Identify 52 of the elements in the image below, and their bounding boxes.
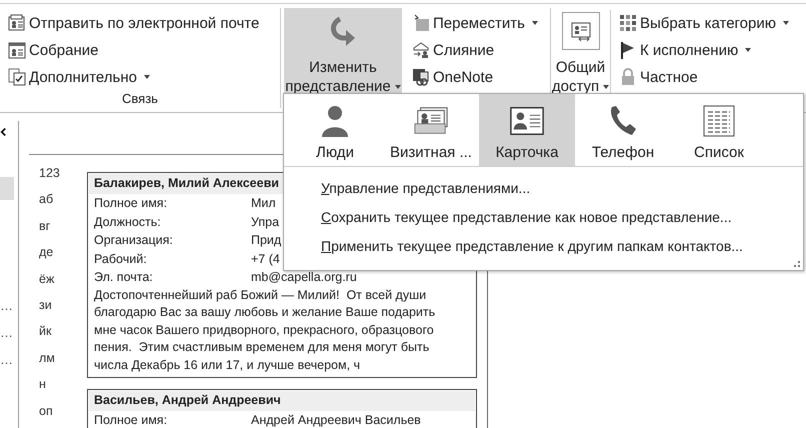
menu-item[interactable]: Применить текущее представление к другим папкам контактов... <box>321 231 743 260</box>
group-label: Связь <box>122 91 158 108</box>
contact-name: Васильев, Андрей Андреевич <box>89 391 475 411</box>
field-value: +7 (4 <box>251 252 280 266</box>
index-letter[interactable]: зи <box>29 296 87 322</box>
index-letter[interactable]: 123 <box>29 164 87 190</box>
index-letter[interactable]: н <box>29 375 87 402</box>
calendar-card-icon <box>8 41 26 59</box>
collapse-chevron-icon[interactable] <box>0 127 7 137</box>
private-button[interactable]: Частное <box>619 64 698 90</box>
folder-item[interactable]: … <box>0 348 14 371</box>
more-button[interactable]: Дополнительно <box>8 64 150 90</box>
field-label: Должность: <box>94 214 162 229</box>
follow-up-button[interactable]: К исполнению <box>619 37 752 63</box>
grid-icon <box>619 14 637 32</box>
folder-item[interactable]: … <box>0 294 14 317</box>
contact-card-icon <box>562 12 600 50</box>
list-icon <box>701 104 737 138</box>
contact-notes: Достопочтеннейший раб Божий — Милий! От всей души благодарю Вас за вашу любовь и желание Ваше подарить мне часок Вашего придворного, прекрасного, образцового пения. Этим счастливым временем для меня могут быть числа Декабрь 16 или 17, и лучше вечером, ч <box>93 286 436 374</box>
field-value: Прид <box>251 233 282 248</box>
field-value: Мил <box>251 196 276 210</box>
meeting-button[interactable]: Собрание <box>8 37 98 63</box>
index-letter[interactable]: ёж <box>29 270 87 296</box>
merge-button[interactable]: Слияние <box>412 37 494 63</box>
field-label: Полное имя: <box>94 196 168 210</box>
field-label: Полное имя: <box>94 413 168 428</box>
index-letter[interactable]: оп <box>29 402 87 428</box>
index-letter[interactable]: лм <box>29 348 87 376</box>
categorize-button[interactable]: Выбрать категорию <box>619 10 789 36</box>
menu-item[interactable]: Сохранить текущее представление как новое представление... <box>321 202 732 231</box>
field-label: Организация: <box>94 233 174 248</box>
checklist-icon <box>8 68 26 86</box>
field-value: mb@capella.org.ru <box>251 270 357 284</box>
field-value: Упра <box>251 214 280 229</box>
view-option[interactable]: Список <box>671 94 767 166</box>
index-letter[interactable]: аб <box>29 190 87 217</box>
send-email-button[interactable]: Отправить по электронной почте <box>8 10 260 36</box>
field-label: Эл. почта: <box>94 270 154 284</box>
folder-item[interactable]: … <box>0 321 14 344</box>
move-button[interactable]: Переместить <box>412 10 538 36</box>
index-letter[interactable]: йк <box>29 322 87 349</box>
view-option[interactable]: Карточка <box>479 94 575 166</box>
resize-grip-icon[interactable] <box>794 261 800 267</box>
contact-card[interactable]: Васильев, Андрей Андреевич Полное имя: Андрей Андреевич Васильев <box>87 389 477 428</box>
field-label: Рабочий: <box>94 252 148 266</box>
index-letter[interactable]: де <box>29 243 87 270</box>
field-value: Андрей Андреевич Васильев <box>251 413 421 428</box>
contact-card-icon <box>8 14 26 32</box>
padlock-icon <box>619 68 637 86</box>
contact-card-icon <box>509 104 545 138</box>
index-letter[interactable]: вг <box>29 216 87 244</box>
onenote-button[interactable]: OneNote <box>412 64 494 90</box>
